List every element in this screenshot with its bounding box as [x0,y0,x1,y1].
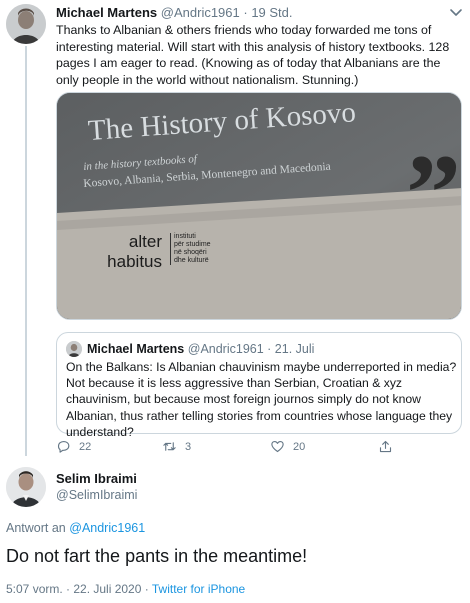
reply-icon [57,440,70,453]
reply-count: 22 [79,440,92,453]
share-icon [379,440,392,453]
tweet-time[interactable]: · 19 Std. [243,5,292,20]
heart-icon [271,440,284,453]
reply-timestamp[interactable]: 5:07 vorm. · 22. Juli 2020 · [6,582,149,596]
retweet-icon [163,442,176,451]
quoted-tweet-header: Michael Martens @Andric1961 · 21. Juli [66,341,314,357]
quoted-tweet-text: On the Balkans: Is Albanian chauvinism m… [66,360,457,439]
tweet-header: Michael Martens @Andric1961 · 19 Std. [56,5,293,20]
photo-logo-alter: alter [128,232,162,251]
author-name[interactable]: Michael Martens [56,5,157,20]
avatar-portrait [6,467,46,507]
avatar-portrait [66,341,82,357]
reply-author-avatar[interactable] [6,467,46,507]
original-tweet: Michael Martens @Andric1961 · 19 Std. Th… [0,0,470,462]
tweet-actions: 22 3 20 [56,437,436,457]
author-avatar[interactable] [6,4,46,44]
reply-footer: 5:07 vorm. · 22. Juli 2020 · Twitter for… [6,582,245,596]
reply-context: Antwort an @Andric1961 [6,521,145,535]
avatar-portrait [6,4,46,44]
chevron-down-icon[interactable] [448,4,464,20]
tweet-text: Thanks to Albanian & others friends who … [56,23,450,87]
quoted-author-name: Michael Martens [87,342,185,356]
like-count: 20 [293,440,306,453]
reply-source-link[interactable]: Twitter for iPhone [152,582,245,596]
quoted-tweet[interactable]: Michael Martens @Andric1961 · 21. Juli O… [56,332,462,439]
reply-author-handle[interactable]: @SelimIbraimi [56,488,137,502]
share-button[interactable] [378,439,401,454]
institute-line: në shoqëri [174,249,207,256]
photo-logo-institute: instituti për studime në shoqëri dhe kul… [170,233,211,265]
quoted-author-avatar [66,341,82,357]
tweet-photo[interactable]: The History of Kosovo in the history tex… [56,92,462,320]
reply-author-name[interactable]: Selim Ibraimi [56,471,137,486]
photo-quote-mark: ” [406,132,461,254]
reply-text: Do not fart the pants in the meantime! [6,546,308,566]
institute-line: për studime [174,241,211,248]
reply-prefix: Antwort an [6,521,66,535]
like-button[interactable]: 20 [270,439,305,454]
retweet-button[interactable]: 3 [162,439,191,454]
thread-line [25,46,27,456]
author-handle[interactable]: @Andric1961 [161,5,240,20]
retweet-count: 3 [185,440,192,453]
quoted-tweet-time: · 21. Juli [267,342,315,356]
reply-button[interactable]: 22 [56,439,91,454]
institute-line: instituti [174,233,196,240]
institute-line: dhe kulturë [174,257,209,264]
quoted-author-handle: @Andric1961 [187,342,264,356]
photo-logo-habitus: habitus [107,252,162,271]
reply-target-link[interactable]: @Andric1961 [69,521,145,535]
